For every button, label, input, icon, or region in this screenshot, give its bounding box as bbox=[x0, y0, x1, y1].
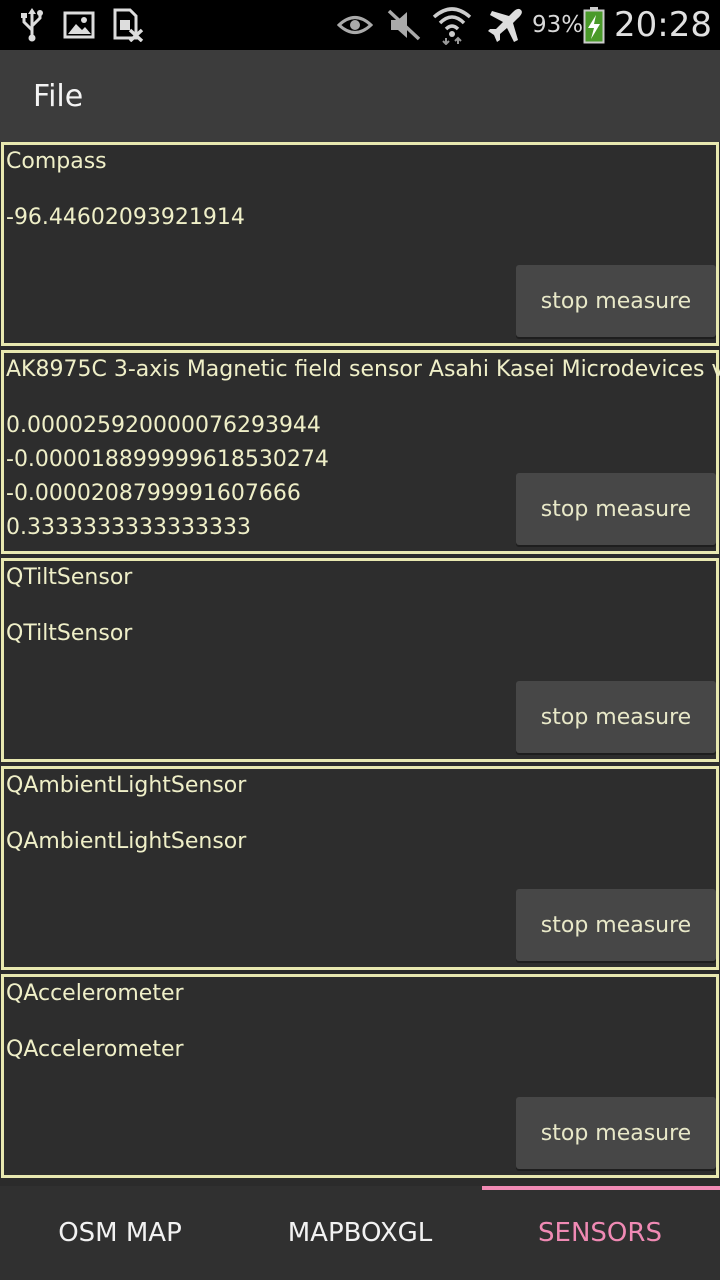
sensor-title: QAccelerometer bbox=[6, 981, 184, 1006]
tab-osm-map[interactable]: OSM MAP bbox=[0, 1186, 240, 1280]
sensor-values: QTiltSensor bbox=[6, 617, 132, 651]
sensor-value: QAmbientLightSensor bbox=[6, 829, 247, 854]
sensor-title: QAmbientLightSensor bbox=[6, 773, 247, 798]
sensor-card-tilt: QTiltSensor QTiltSensor stop measure bbox=[1, 558, 719, 762]
tab-mapboxgl[interactable]: MAPBOXGL bbox=[240, 1186, 480, 1280]
file-menu[interactable]: File bbox=[33, 50, 83, 142]
sensor-title: AK8975C 3-axis Magnetic field sensor Asa… bbox=[6, 357, 720, 382]
stop-measure-button[interactable]: stop measure bbox=[516, 681, 716, 753]
app-bar: File bbox=[0, 50, 720, 142]
sensor-card-ambient-light: QAmbientLightSensor QAmbientLightSensor … bbox=[1, 766, 719, 970]
sensor-value: -0.0000208799991607666 bbox=[6, 481, 301, 506]
stop-measure-button[interactable]: stop measure bbox=[516, 889, 716, 961]
tab-bar: OSM MAP MAPBOXGL SENSORS bbox=[0, 1186, 720, 1280]
sensor-value: -96.44602093921914 bbox=[6, 205, 245, 230]
sensor-card-accelerometer: QAccelerometer QAccelerometer stop measu… bbox=[1, 974, 719, 1178]
sensor-list[interactable]: Compass -96.44602093921914 stop measure … bbox=[0, 142, 720, 1186]
sensor-value: 0.3333333333333333 bbox=[6, 515, 251, 540]
sensor-card-magnetic-field: AK8975C 3-axis Magnetic field sensor Asa… bbox=[1, 350, 720, 554]
stop-measure-button[interactable]: stop measure bbox=[516, 473, 716, 545]
tab-sensors[interactable]: SENSORS bbox=[480, 1186, 720, 1280]
stop-measure-button[interactable]: stop measure bbox=[516, 1097, 716, 1169]
sensor-values: QAccelerometer bbox=[6, 1033, 184, 1067]
mute-icon bbox=[386, 0, 422, 50]
sensor-value: QTiltSensor bbox=[6, 621, 133, 646]
wifi-icon bbox=[430, 0, 474, 50]
sensor-title: QTiltSensor bbox=[6, 565, 133, 590]
sensor-value: 0.000025920000076293944 bbox=[6, 413, 321, 438]
sensor-values: 0.000025920000076293944 -0.0000188999996… bbox=[6, 409, 329, 545]
airplane-icon bbox=[486, 0, 526, 50]
usb-icon bbox=[18, 0, 46, 50]
no-sim-icon bbox=[112, 0, 144, 50]
clock: 20:28 bbox=[614, 5, 712, 45]
sensor-values: -96.44602093921914 bbox=[6, 201, 245, 235]
sensor-card-compass: Compass -96.44602093921914 stop measure bbox=[1, 142, 719, 346]
sensor-value: QAccelerometer bbox=[6, 1037, 184, 1062]
status-bar: 93% 20:28 bbox=[0, 0, 720, 50]
sensor-title: Compass bbox=[6, 149, 107, 174]
eye-icon bbox=[336, 0, 374, 50]
battery-percent: 93% bbox=[532, 12, 584, 38]
sensor-values: QAmbientLightSensor bbox=[6, 825, 246, 859]
sensor-value: -0.000018899999618530274 bbox=[6, 447, 329, 472]
battery-charging-icon bbox=[582, 0, 606, 50]
image-icon bbox=[62, 0, 96, 50]
stop-measure-button[interactable]: stop measure bbox=[516, 265, 716, 337]
